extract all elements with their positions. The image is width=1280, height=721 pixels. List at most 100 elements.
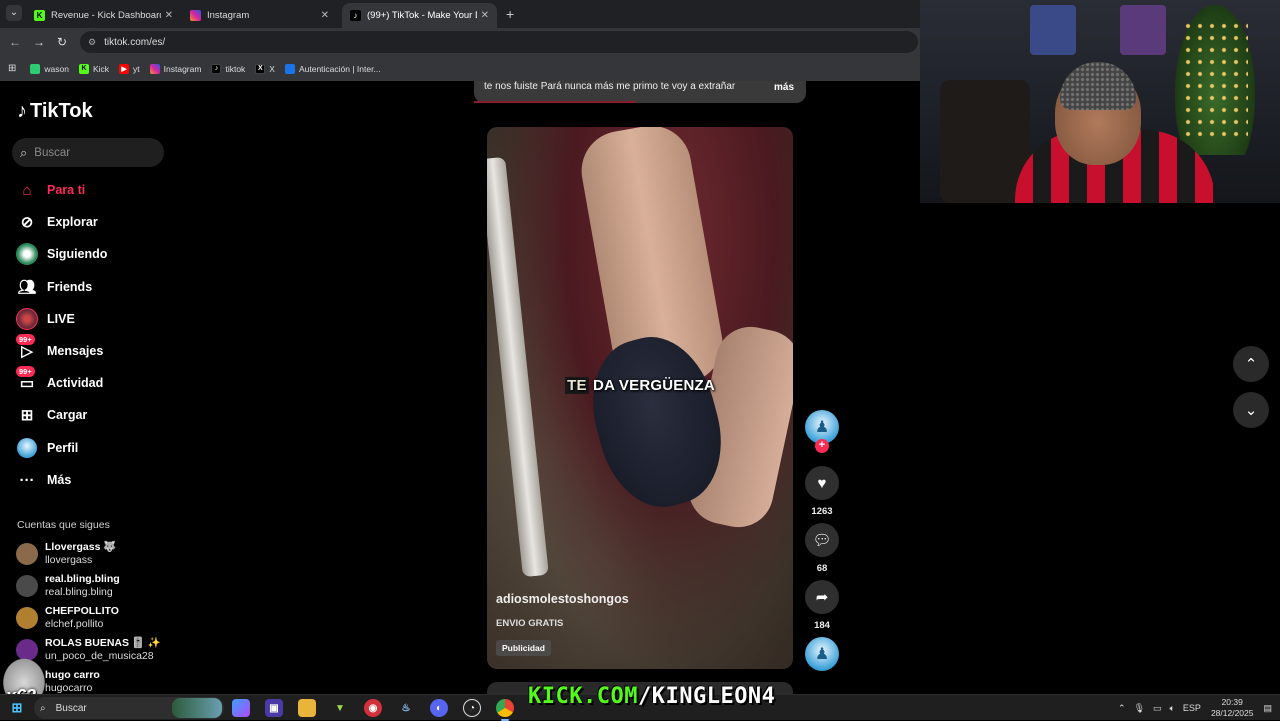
- chrome-icon[interactable]: [496, 699, 514, 721]
- nav-label: Friends: [47, 280, 93, 294]
- tab-kick-dashboard[interactable]: K Revenue - Kick Dashboard ✕: [26, 3, 181, 28]
- video-player[interactable]: TE DA VERGÜENZA adiosmolestoshongos ENVI…: [487, 127, 793, 669]
- url-field[interactable]: ⚙ tiktok.com/es/: [80, 31, 918, 53]
- nav-mas[interactable]: ··· Más: [16, 468, 72, 492]
- comment-icon: 💬︎: [812, 532, 832, 549]
- steam-icon[interactable]: ♨: [397, 699, 415, 717]
- globe-favicon-icon: [284, 63, 295, 74]
- reload-icon[interactable]: ↻: [57, 35, 67, 49]
- tab-tiktok[interactable]: ♪ (99+) TikTok - Make Your Day ✕: [342, 3, 497, 28]
- more-link[interactable]: más: [774, 82, 794, 93]
- microphone-icon[interactable]: 🎙︎: [1134, 703, 1145, 714]
- new-tab-icon[interactable]: +: [506, 6, 514, 22]
- apps-grid-icon[interactable]: ⊞: [8, 63, 16, 74]
- upload-icon: ⊞: [20, 407, 34, 424]
- following-account[interactable]: CHEFPOLLITO elchef.pollito: [16, 605, 119, 630]
- following-avatar-icon: [16, 243, 38, 265]
- file-explorer-icon[interactable]: [298, 699, 316, 717]
- network-icon[interactable]: ▭: [1153, 703, 1162, 714]
- nav-para-ti[interactable]: ⌂ Para ti: [16, 178, 85, 202]
- bookmark-yt[interactable]: ▶ yt: [119, 63, 140, 74]
- bookmark-kick[interactable]: K Kick: [78, 63, 109, 74]
- nav-mensajes[interactable]: ▷ 99+ Mensajes: [16, 334, 103, 363]
- nav-perfil[interactable]: Perfil: [16, 436, 78, 460]
- taskbar-search[interactable]: ⌕ Buscar: [34, 697, 224, 719]
- app-red-icon[interactable]: ◉: [364, 699, 382, 717]
- site-info-icon[interactable]: ⚙: [88, 37, 96, 48]
- language-indicator[interactable]: ESP: [1183, 703, 1201, 713]
- search-icon[interactable]: ⌕: [20, 145, 27, 161]
- notification-badge: 99+: [16, 366, 35, 377]
- avatar: [16, 574, 38, 597]
- search-box: ⌕: [12, 138, 164, 167]
- forward-icon[interactable]: →: [33, 35, 45, 49]
- close-tab-icon[interactable]: ✕: [321, 10, 329, 21]
- like-button[interactable]: ♥: [805, 466, 839, 500]
- following-account[interactable]: Llovergass 🐺 llovergass: [16, 541, 116, 566]
- heart-icon: ♥: [817, 474, 827, 492]
- bookmark-label: yt: [133, 63, 140, 74]
- kick-domain: KICK.COM: [528, 684, 638, 709]
- next-video-button[interactable]: ⌄: [1233, 392, 1269, 428]
- nav-actividad[interactable]: ▭ 99+ Actividad: [16, 366, 104, 395]
- following-account[interactable]: real.bling.bling real.bling.bling: [16, 573, 120, 598]
- tiktok-note-icon: ♪: [17, 100, 27, 122]
- notifications-icon[interactable]: ▤: [1263, 703, 1272, 714]
- activity-icon: ▭ 99+: [16, 366, 38, 394]
- nav-label: Actividad: [47, 376, 104, 390]
- obs-icon[interactable]: ◔: [463, 699, 481, 717]
- music-disc[interactable]: ♟: [805, 637, 839, 671]
- account-handle: hugocarro: [45, 681, 93, 694]
- account-handle: un_poco_de_musica28: [45, 649, 154, 662]
- share-button[interactable]: ➦: [805, 580, 839, 614]
- bookmark-autenticacion[interactable]: Autenticación | Inter...: [284, 63, 381, 74]
- nav-cargar[interactable]: ⊞ Cargar: [16, 403, 88, 427]
- bookmark-tiktok[interactable]: ♪ tiktok: [211, 63, 246, 74]
- discord-icon[interactable]: ◐: [430, 699, 448, 717]
- system-tray: ⌃ 🎙︎ ▭ 🔈︎ ESP 20:39 28/12/2025 ▤: [1114, 695, 1280, 721]
- previous-video-caption: te nos fuiste Pará nunca más me primo te…: [484, 81, 736, 92]
- speaker-icon[interactable]: 🔈︎: [1170, 703, 1175, 714]
- previous-video-card[interactable]: te nos fuiste Pará nunca más me primo te…: [474, 81, 806, 103]
- close-tab-icon[interactable]: ✕: [481, 10, 489, 21]
- clock-date: 28/12/2025: [1210, 708, 1254, 718]
- clock[interactable]: 20:39 28/12/2025: [1211, 697, 1254, 719]
- chevron-up-icon[interactable]: ⌃: [1118, 703, 1126, 714]
- browser-chrome: ⌄ K Revenue - Kick Dashboard ✕ Instagram…: [0, 0, 920, 81]
- bookmark-label: Instagram: [163, 63, 202, 74]
- streamer-beanie: [1060, 62, 1136, 110]
- nav-friends[interactable]: 👥︎ Friends: [16, 275, 92, 299]
- account-name: real.bling.bling: [45, 573, 120, 585]
- back-icon[interactable]: ←: [9, 35, 21, 49]
- windows-start-icon[interactable]: ⊞: [8, 699, 26, 717]
- tiktok-favicon-icon: ♪: [211, 63, 222, 74]
- bookmark-wason[interactable]: wason: [30, 63, 69, 74]
- tab-search-button[interactable]: ⌄: [6, 5, 22, 21]
- nav-explorar[interactable]: ⊘ Explorar: [16, 210, 98, 234]
- bookmarks-bar: ⊞ wason K Kick ▶ yt Instagram ♪ tiktok XX A…: [0, 56, 920, 81]
- nav-label: Siguiendo: [47, 247, 108, 261]
- m365-icon[interactable]: ▣: [265, 699, 283, 717]
- search-input[interactable]: [34, 146, 145, 159]
- clock-time: 20:39: [1221, 697, 1243, 707]
- nav-live[interactable]: LIVE: [16, 307, 75, 331]
- close-tab-icon[interactable]: ✕: [165, 10, 173, 21]
- previous-video-button[interactable]: ⌃: [1233, 346, 1269, 382]
- bookmark-x[interactable]: XX: [255, 63, 275, 74]
- friends-icon: 👥︎: [17, 279, 37, 296]
- video-progress-bar[interactable]: [474, 101, 636, 103]
- nav-siguiendo[interactable]: Siguiendo: [16, 242, 107, 266]
- follow-plus-icon[interactable]: +: [815, 439, 829, 453]
- bookmark-instagram[interactable]: Instagram: [149, 63, 202, 74]
- nav-label: Para ti: [47, 183, 86, 197]
- nvidia-icon[interactable]: ▼: [331, 699, 349, 717]
- bookmark-label: tiktok: [225, 63, 246, 74]
- comment-button[interactable]: 💬︎: [805, 523, 839, 557]
- tiktok-logo[interactable]: ♪ TikTok: [17, 100, 93, 123]
- copilot-icon[interactable]: [232, 699, 250, 717]
- tab-instagram[interactable]: Instagram ✕: [182, 3, 337, 28]
- creator-avatar-icon: ♟: [814, 419, 830, 436]
- chevron-up-icon: ⌃: [1244, 356, 1258, 373]
- video-author[interactable]: adiosmolestoshongos: [496, 592, 629, 606]
- home-icon: ⌂: [22, 181, 32, 199]
